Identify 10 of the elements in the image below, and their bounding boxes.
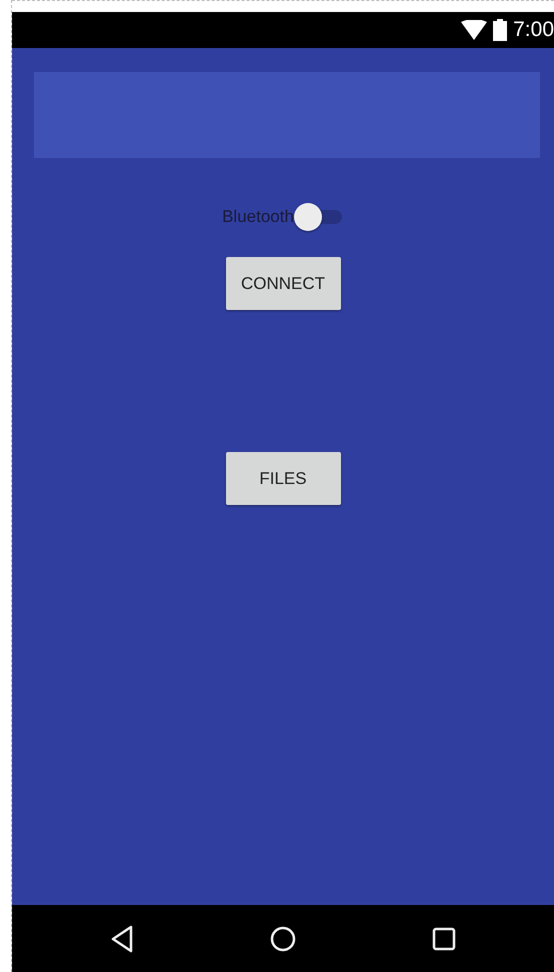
switch-label: Bluetooth	[222, 206, 294, 228]
wifi-icon	[461, 20, 488, 40]
back-icon[interactable]	[110, 924, 134, 952]
connect-button[interactable]: CONNECT	[226, 257, 340, 310]
bluetooth-switch[interactable]	[294, 202, 344, 232]
files-button[interactable]: FILES	[226, 452, 340, 505]
recents-icon[interactable]	[432, 926, 456, 950]
home-icon[interactable]	[270, 926, 296, 952]
battery-icon	[493, 19, 508, 41]
clock: 7:00	[513, 17, 554, 44]
